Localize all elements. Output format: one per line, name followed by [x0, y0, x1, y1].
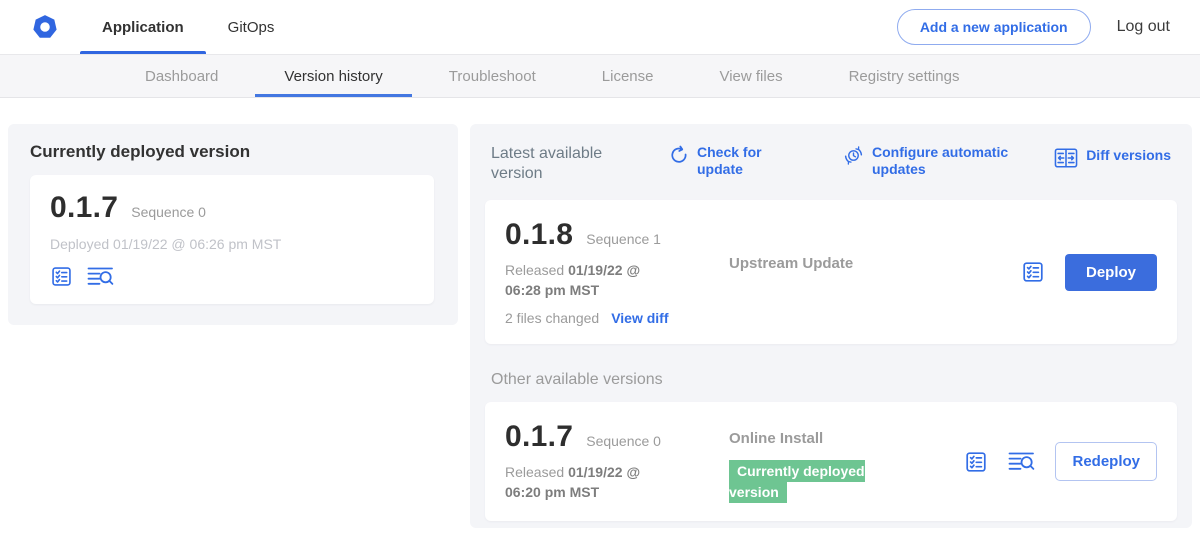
released-prefix: Released — [505, 262, 564, 278]
deployed-timestamp: Deployed 01/19/22 @ 06:26 pm MST — [50, 236, 414, 252]
tab-troubleshoot[interactable]: Troubleshoot — [416, 55, 569, 97]
diff-versions-button[interactable]: Diff versions — [1054, 144, 1171, 168]
tab-version-history-label: Version history — [284, 68, 382, 85]
latest-config-checklist-icon[interactable] — [1021, 260, 1045, 284]
available-versions-panel: Latest available version Check for updat… — [470, 124, 1192, 528]
add-application-button[interactable]: Add a new application — [897, 9, 1091, 45]
released-prefix: Released — [505, 464, 564, 480]
other-source-label: Online Install — [729, 430, 823, 447]
tab-license[interactable]: License — [569, 55, 687, 97]
top-nav-gitops[interactable]: GitOps — [206, 0, 297, 54]
other-config-checklist-icon[interactable] — [964, 450, 988, 474]
tab-version-history[interactable]: Version history — [251, 55, 415, 97]
latest-released-timestamp: Released01/19/22 @ 06:28 pm MST — [505, 261, 677, 300]
main-content: Currently deployed version 0.1.7 Sequenc… — [0, 98, 1200, 536]
top-bar: Application GitOps Add a new application… — [0, 0, 1200, 55]
deployed-sequence-label: Sequence 0 — [131, 204, 206, 220]
latest-source-label: Upstream Update — [729, 255, 853, 272]
latest-sequence-label: Sequence 1 — [586, 231, 661, 247]
deploy-button[interactable]: Deploy — [1065, 254, 1157, 291]
tab-view-files[interactable]: View files — [686, 55, 815, 97]
view-diff-link[interactable]: View diff — [611, 310, 668, 326]
tab-view-files-label: View files — [719, 68, 782, 85]
refresh-icon — [669, 145, 689, 165]
logout-button[interactable]: Log out — [1117, 18, 1170, 36]
view-config-checklist-icon[interactable] — [50, 265, 73, 288]
latest-version-card: 0.1.8 Sequence 1 Released01/19/22 @ 06:2… — [485, 200, 1177, 344]
files-changed-label: 2 files changed — [505, 310, 599, 326]
other-version-card: 0.1.7 Sequence 0 Released01/19/22 @ 06:2… — [485, 402, 1177, 521]
currently-deployed-badge: Currently deployed version — [729, 460, 865, 503]
top-nav-gitops-label: GitOps — [228, 19, 275, 36]
other-logs-search-icon[interactable] — [1008, 450, 1035, 473]
currently-deployed-panel: Currently deployed version 0.1.7 Sequenc… — [8, 124, 458, 325]
redeploy-button[interactable]: Redeploy — [1055, 442, 1157, 481]
deployed-version-number: 0.1.7 — [50, 191, 118, 225]
heptagon-logo-icon — [32, 14, 58, 40]
configure-automatic-updates-button[interactable]: Configure automatic updates — [843, 144, 1020, 178]
other-released-timestamp: Released01/19/22 @ 06:20 pm MST — [505, 463, 677, 502]
tab-license-label: License — [602, 68, 654, 85]
latest-version-number: 0.1.8 — [505, 218, 573, 252]
tab-registry-settings[interactable]: Registry settings — [816, 55, 993, 97]
tab-dashboard-label: Dashboard — [145, 68, 218, 85]
auto-update-clock-icon — [843, 145, 864, 166]
other-version-number: 0.1.7 — [505, 420, 573, 454]
other-sequence-label: Sequence 0 — [586, 433, 661, 449]
tab-troubleshoot-label: Troubleshoot — [449, 68, 536, 85]
available-versions-header: Latest available version Check for updat… — [491, 144, 1171, 184]
deployed-version-card: 0.1.7 Sequence 0 Deployed 01/19/22 @ 06:… — [30, 175, 434, 304]
check-for-update-button[interactable]: Check for update — [669, 144, 773, 178]
diff-versions-icon — [1054, 148, 1078, 168]
app-sub-nav: Dashboard Version history Troubleshoot L… — [0, 55, 1200, 98]
currently-deployed-title: Currently deployed version — [30, 142, 434, 162]
other-versions-heading: Other available versions — [491, 371, 1171, 389]
top-nav-application-label: Application — [102, 19, 184, 36]
diff-versions-label: Diff versions — [1086, 147, 1171, 164]
tab-registry-settings-label: Registry settings — [849, 68, 960, 85]
topbar-spacer — [296, 0, 896, 54]
configure-automatic-updates-label: Configure automatic updates — [872, 144, 1020, 178]
view-logs-search-icon[interactable] — [87, 265, 114, 288]
tab-dashboard[interactable]: Dashboard — [112, 55, 251, 97]
app-logo — [32, 0, 58, 54]
top-nav-application[interactable]: Application — [80, 0, 206, 54]
top-nav: Application GitOps — [80, 0, 296, 54]
latest-available-title: Latest available version — [491, 144, 613, 184]
check-for-update-label: Check for update — [697, 144, 773, 178]
